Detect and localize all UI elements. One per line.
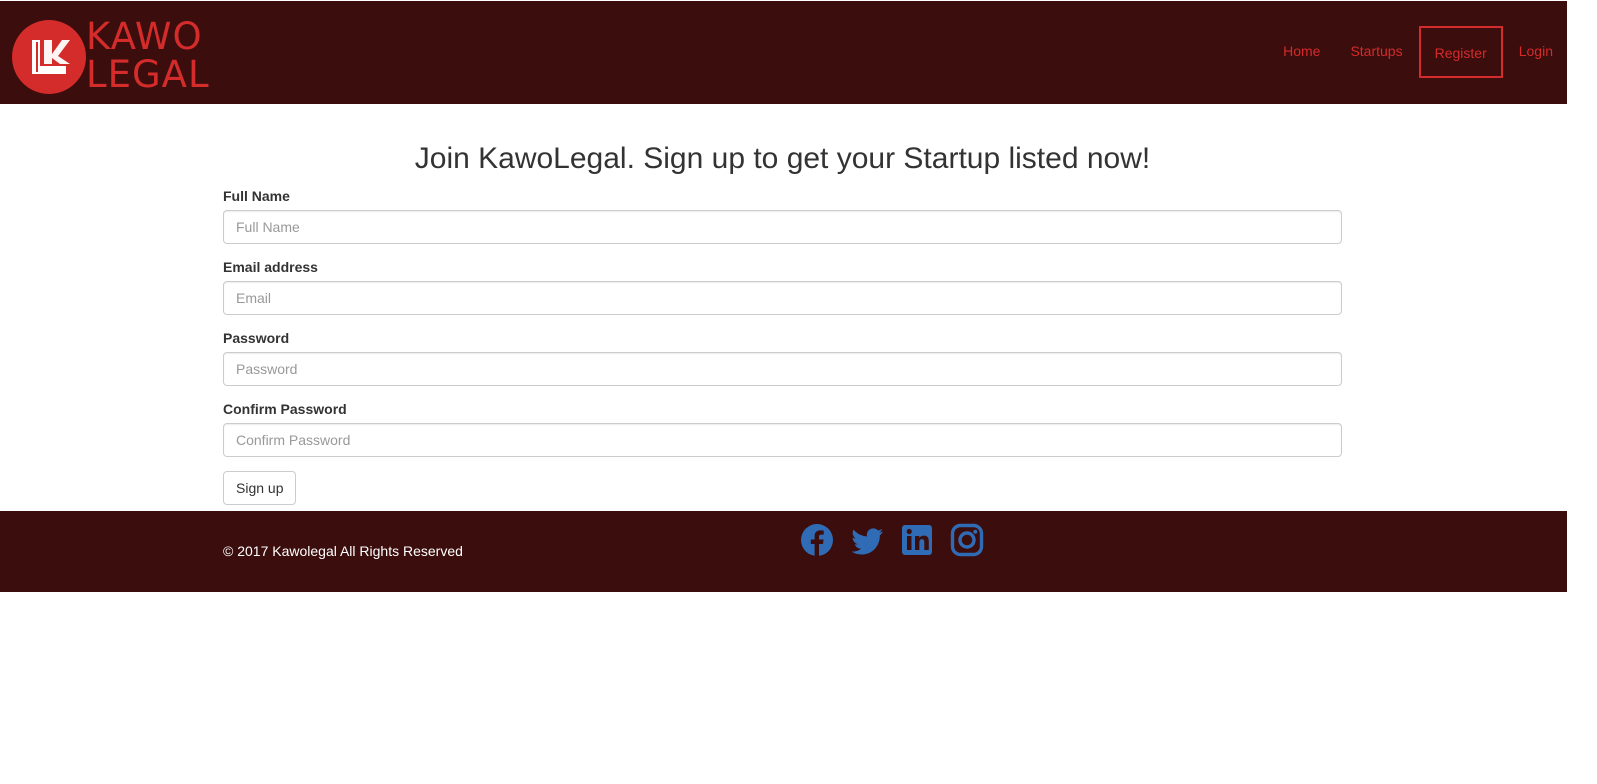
header-navbar: KAWO LEGAL Home Startups Register Login — [0, 1, 1567, 104]
confirm-password-group: Confirm Password — [223, 401, 1342, 457]
logo-line-1: KAWO — [86, 15, 203, 58]
email-group: Email address — [223, 259, 1342, 315]
full-name-label: Full Name — [223, 188, 290, 204]
email-label: Email address — [223, 259, 318, 275]
footer: © 2017 Kawolegal All Rights Reserved — [0, 511, 1567, 592]
email-input[interactable] — [223, 281, 1342, 315]
nav-startups-link[interactable]: Startups — [1350, 1, 1402, 59]
password-label: Password — [223, 330, 290, 346]
facebook-icon[interactable] — [799, 522, 835, 558]
brand-logo[interactable]: KAWO LEGAL — [12, 18, 212, 98]
copyright-text: © 2017 Kawolegal All Rights Reserved — [223, 543, 463, 559]
linkedin-icon[interactable] — [899, 522, 935, 558]
logo-mark-icon — [12, 20, 86, 94]
nav-home-link[interactable]: Home — [1283, 1, 1320, 59]
sign-up-button[interactable]: Sign up — [223, 471, 297, 505]
nav-login-link[interactable]: Login — [1519, 1, 1553, 59]
twitter-icon[interactable] — [849, 522, 885, 558]
full-name-group: Full Name — [223, 188, 1342, 244]
confirm-password-input[interactable] — [223, 423, 1342, 457]
logo-line-2: LEGAL — [86, 53, 210, 96]
page-title: Join KawoLegal. Sign up to get your Star… — [414, 142, 1151, 175]
password-input[interactable] — [223, 352, 1342, 386]
confirm-password-label: Confirm Password — [223, 401, 347, 417]
signup-form: Full Name Email address Password Confirm… — [223, 188, 1342, 505]
password-group: Password — [223, 330, 1342, 386]
instagram-icon[interactable] — [949, 522, 985, 558]
full-name-input[interactable] — [223, 210, 1342, 244]
social-links — [799, 522, 999, 558]
nav-register-link[interactable]: Register — [1418, 26, 1503, 78]
main-nav: Home Startups Register Login — [1253, 1, 1567, 104]
logo-wordmark: KAWO LEGAL — [86, 18, 216, 94]
